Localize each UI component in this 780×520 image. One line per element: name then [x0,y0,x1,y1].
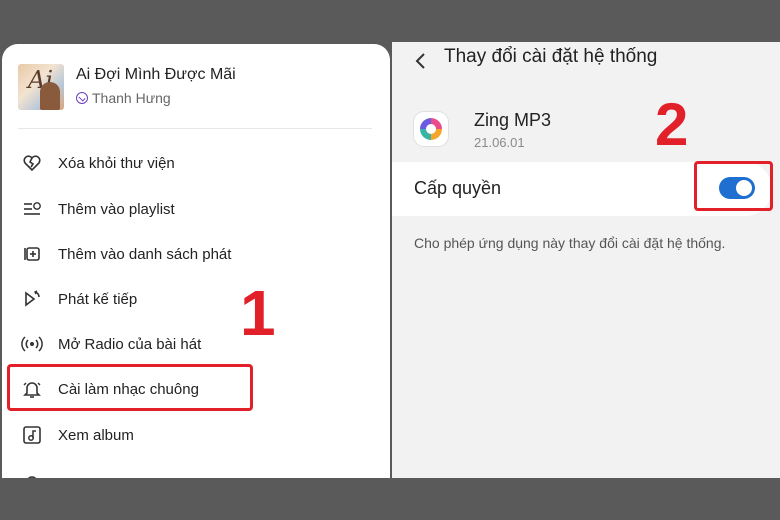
menu-view-album[interactable]: Xem album [2,415,390,455]
page-title: Thay đổi cài đặt hệ thống [444,46,658,67]
queue-add-icon [20,242,44,266]
song-header: Ai Ai Đợi Mình Được Mãi Thanh Hưng [18,62,378,112]
back-icon[interactable] [414,50,426,76]
zing-mp3-icon [414,112,448,146]
artist-name: Thanh Hưng [92,90,171,106]
menu-label: Mở Radio của bài hát [58,335,202,353]
song-title: Ai Đợi Mình Được Mãi [76,66,236,83]
menu-label: Thêm vào danh sách phát [58,245,232,263]
artist-row[interactable]: Thanh Hưng [76,90,171,106]
highlight-toggle [694,161,773,211]
radio-icon [20,332,44,356]
permission-label: Cấp quyền [414,178,502,198]
partial-icon [20,468,44,478]
menu-add-to-queue[interactable]: Thêm vào danh sách phát [2,234,390,274]
highlight-ringtone [7,364,253,411]
system-settings-panel: Thay đổi cài đặt hệ thống Zing MP3 21.06… [392,42,780,478]
play-next-icon [20,287,44,311]
song-options-panel: Ai Ai Đợi Mình Được Mãi Thanh Hưng Xóa k… [2,44,390,478]
album-icon [20,423,44,447]
menu-label: Thêm vào playlist [58,200,175,218]
step-2-label: 2 [655,91,689,158]
menu-song-radio[interactable]: Mở Radio của bài hát [2,324,390,364]
divider [18,128,372,129]
menu-label: Xóa khỏi thư viện [58,154,175,172]
verified-artist-icon [76,92,88,104]
menu-label: Phát kế tiếp [58,290,138,308]
menu-add-to-playlist[interactable]: Thêm vào playlist [2,189,390,229]
menu-remove-from-library[interactable]: Xóa khỏi thư viện [2,143,390,183]
menu-item-partial[interactable] [2,460,390,478]
playlist-add-icon [20,197,44,221]
step-1-label: 1 [240,277,276,349]
menu-label: Xem album [58,426,134,444]
app-version: 21.06.01 [474,135,525,150]
app-name: Zing MP3 [474,110,552,130]
permission-description: Cho phép ứng dụng này thay đổi cài đặt h… [414,235,726,251]
heart-broken-icon [20,151,44,175]
album-art: Ai [18,64,64,110]
menu-play-next[interactable]: Phát kế tiếp [2,279,390,319]
